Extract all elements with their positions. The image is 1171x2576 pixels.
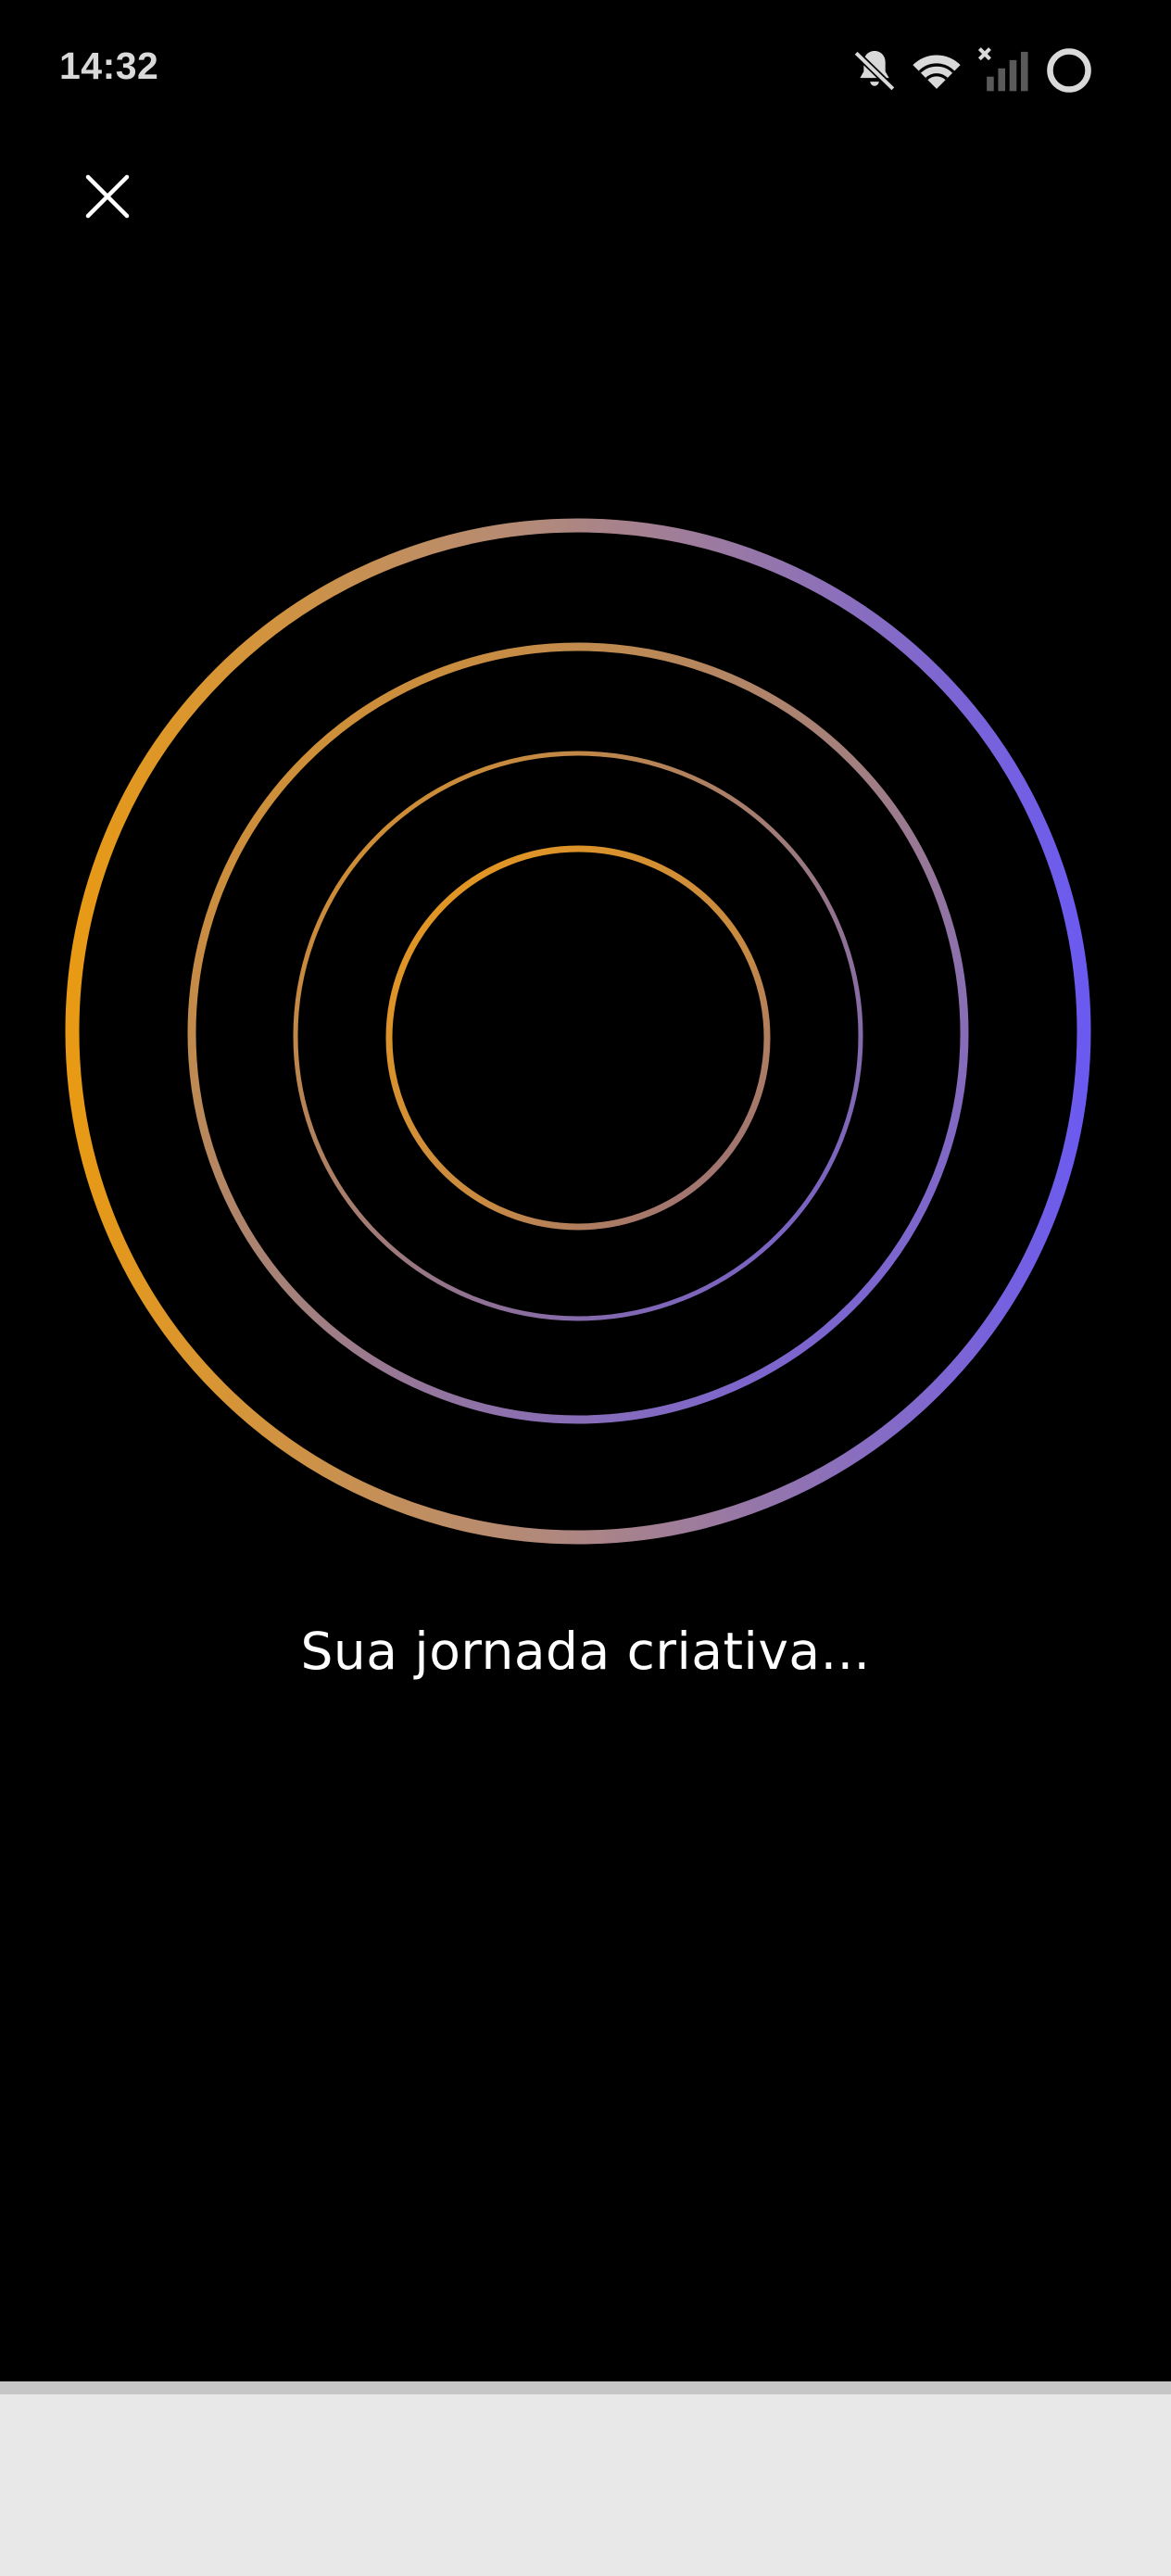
loading-text: Sua jornada criativa... [300,1622,871,1681]
signal-off-icon [977,47,1028,92]
status-time: 14:32 [59,44,159,87]
ring-inner [385,845,771,1231]
ring-outer [65,518,1091,1545]
ring-third [293,751,863,1321]
status-bar: 14:32 [0,0,1171,139]
battery-circle-icon [1047,48,1091,93]
close-icon [85,174,130,219]
loading-screen: 14:32 Sua jornada criativa... [0,0,1171,2576]
wifi-icon [913,55,961,89]
bottom-navigation-area [0,2381,1171,2576]
bell-muted-icon [853,50,896,92]
close-button[interactable] [65,154,150,239]
ring-second [187,642,969,1424]
loading-rings [65,518,1091,1545]
